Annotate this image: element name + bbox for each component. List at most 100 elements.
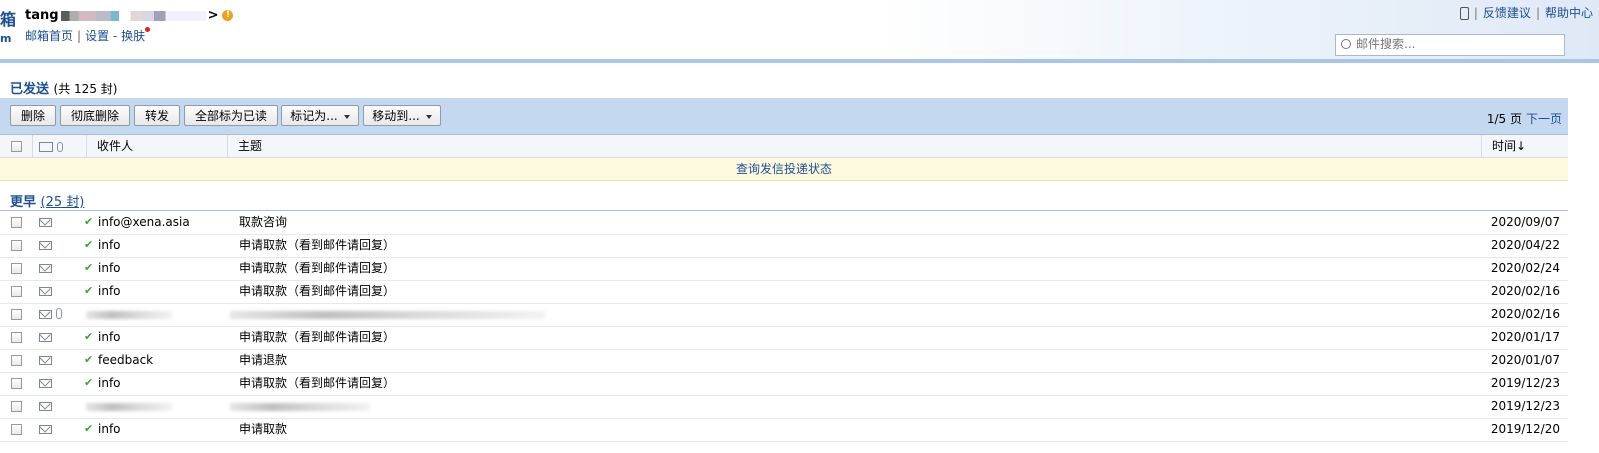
envelope-icon	[39, 425, 52, 434]
folder-name: 已发送	[10, 82, 50, 97]
table-row[interactable]: ✔ feedback 申请退款 2020/01/07	[0, 349, 1568, 373]
table-row[interactable]: 2020/02/16	[0, 303, 1568, 327]
row-checkbox[interactable]	[11, 240, 22, 251]
subject: 申请取款（看到邮件请回复）	[239, 376, 396, 390]
delivered-check-icon: ✔	[84, 261, 94, 274]
row-checkbox[interactable]	[11, 217, 22, 228]
nav-skin-link[interactable]: 换肤	[121, 29, 145, 43]
subject: 申请取款（看到邮件请回复）	[239, 261, 396, 275]
move-to-dropdown[interactable]: 移动到...	[363, 105, 441, 126]
subject: 申请取款	[239, 422, 288, 436]
table-row[interactable]: ✔ info 申请取款 2019/12/20	[0, 418, 1568, 442]
mark-as-label: 标记为...	[290, 109, 338, 123]
subject: 申请取款（看到邮件请回复）	[239, 238, 396, 252]
subject: 申请取款（看到邮件请回复）	[239, 284, 396, 298]
date: 2019/12/23	[1490, 399, 1560, 413]
delivered-check-icon: ✔	[84, 284, 94, 297]
page-info: 1/5 页	[1486, 112, 1522, 126]
delete-permanent-button[interactable]: 彻底删除	[60, 105, 130, 126]
col-recipient-header[interactable]: 收件人	[86, 135, 227, 157]
date: 2019/12/23	[1490, 376, 1560, 390]
warning-icon[interactable]: !	[222, 10, 234, 21]
next-page-link[interactable]: 下一页	[1526, 112, 1562, 126]
recipient: info	[98, 376, 121, 390]
envelope-icon	[39, 356, 52, 365]
delivered-check-icon: ✔	[84, 215, 94, 228]
delivered-check-icon: ✔	[84, 376, 94, 389]
table-row[interactable]: ✔ info 申请取款（看到邮件请回复） 2020/04/22	[0, 234, 1568, 258]
subject: 申请退款	[239, 353, 288, 367]
row-checkbox[interactable]	[11, 309, 22, 320]
group-header: 更早 (25 封)	[10, 191, 84, 210]
chevron-down-icon	[425, 114, 432, 119]
recipient: feedback	[98, 353, 154, 367]
table-row[interactable]: ✔ info@xena.asia 取款咨询 2020/09/07	[0, 211, 1568, 235]
table-row[interactable]: ✔ info 申请取款（看到邮件请回复） 2019/12/23	[0, 372, 1568, 396]
row-checkbox[interactable]	[11, 378, 22, 389]
top-links: | 反馈建议 | 帮助中心	[1459, 4, 1593, 21]
row-checkbox[interactable]	[11, 263, 22, 274]
logo[interactable]: 箱	[0, 6, 16, 30]
username-suffix: >	[207, 8, 219, 23]
top-separator: |	[1535, 6, 1540, 20]
feedback-link[interactable]: 反馈建议	[1483, 6, 1531, 20]
search-input[interactable]	[1336, 35, 1556, 53]
nav-settings-link[interactable]: 设置	[85, 29, 109, 43]
row-checkbox[interactable]	[11, 401, 22, 412]
table-row[interactable]: 2019/12/23	[0, 395, 1568, 419]
forward-button[interactable]: 转发	[134, 105, 180, 126]
folder-title: 已发送 (共 125 封)	[10, 78, 117, 97]
recipient: info	[98, 422, 121, 436]
row-checkbox[interactable]	[11, 332, 22, 343]
top-header: 箱 m tang >! 邮箱首页 | 设置 - 换肤 | 反馈建议 | 帮助中心	[0, 0, 1599, 60]
delivery-status-link[interactable]: 查询发信投递状态	[0, 158, 1568, 181]
recipient: info	[98, 261, 121, 275]
move-to-label: 移动到...	[372, 109, 420, 123]
pager: 1/5 页下一页	[1487, 110, 1562, 127]
envelope-icon	[39, 402, 52, 411]
nav-separator: |	[77, 29, 82, 43]
table-row[interactable]: ✔ info 申请取款（看到邮件请回复） 2020/02/24	[0, 257, 1568, 281]
delete-button[interactable]: 删除	[10, 105, 56, 126]
envelope-icon	[39, 241, 52, 250]
col-icons	[32, 135, 86, 157]
redacted-subject	[230, 311, 545, 319]
mark-all-read-button[interactable]: 全部标为已读	[184, 105, 278, 126]
username: tang	[25, 8, 59, 23]
group-count-link[interactable]: (25 封)	[41, 195, 85, 210]
new-dot-icon	[145, 27, 151, 32]
header-nav: 邮箱首页 | 设置 - 换肤	[25, 27, 151, 44]
envelope-icon	[39, 218, 52, 227]
col-time-header[interactable]: 时间↓	[1481, 135, 1568, 157]
paperclip-icon	[56, 308, 62, 319]
row-checkbox[interactable]	[11, 286, 22, 297]
row-checkbox[interactable]	[11, 355, 22, 366]
delivered-check-icon: ✔	[84, 330, 94, 343]
phone-icon[interactable]	[1459, 7, 1469, 20]
paperclip-icon	[56, 141, 63, 152]
nav-home-link[interactable]: 邮箱首页	[25, 29, 73, 43]
group-label: 更早	[10, 195, 37, 210]
table-row[interactable]: ✔ info 申请取款（看到邮件请回复） 2020/01/17	[0, 326, 1568, 350]
col-subject-header[interactable]: 主题	[227, 135, 1481, 157]
mail-toolbar: 删除 彻底删除 转发 全部标为已读 标记为... 移动到...	[0, 98, 1568, 135]
recipient: info	[98, 284, 121, 298]
user-info[interactable]: tang >!	[25, 8, 234, 23]
search-box[interactable]	[1335, 34, 1565, 56]
subject: 取款咨询	[239, 215, 288, 229]
redacted-recipient	[86, 311, 172, 319]
table-header: 收件人 主题 时间↓	[0, 135, 1568, 158]
top-separator: |	[1473, 6, 1478, 20]
help-link[interactable]: 帮助中心	[1545, 6, 1593, 20]
row-checkbox[interactable]	[11, 424, 22, 435]
select-all-checkbox[interactable]	[11, 141, 22, 152]
recipient: info	[98, 238, 121, 252]
date: 2020/02/24	[1490, 261, 1560, 275]
delivered-check-icon: ✔	[84, 238, 94, 251]
logo-sub: m	[0, 32, 12, 45]
envelope-icon	[39, 141, 53, 152]
delivered-check-icon: ✔	[84, 422, 94, 435]
table-row[interactable]: ✔ info 申请取款（看到邮件请回复） 2020/02/16	[0, 280, 1568, 304]
recipient: info	[98, 330, 121, 344]
mark-as-dropdown[interactable]: 标记为...	[281, 105, 359, 126]
